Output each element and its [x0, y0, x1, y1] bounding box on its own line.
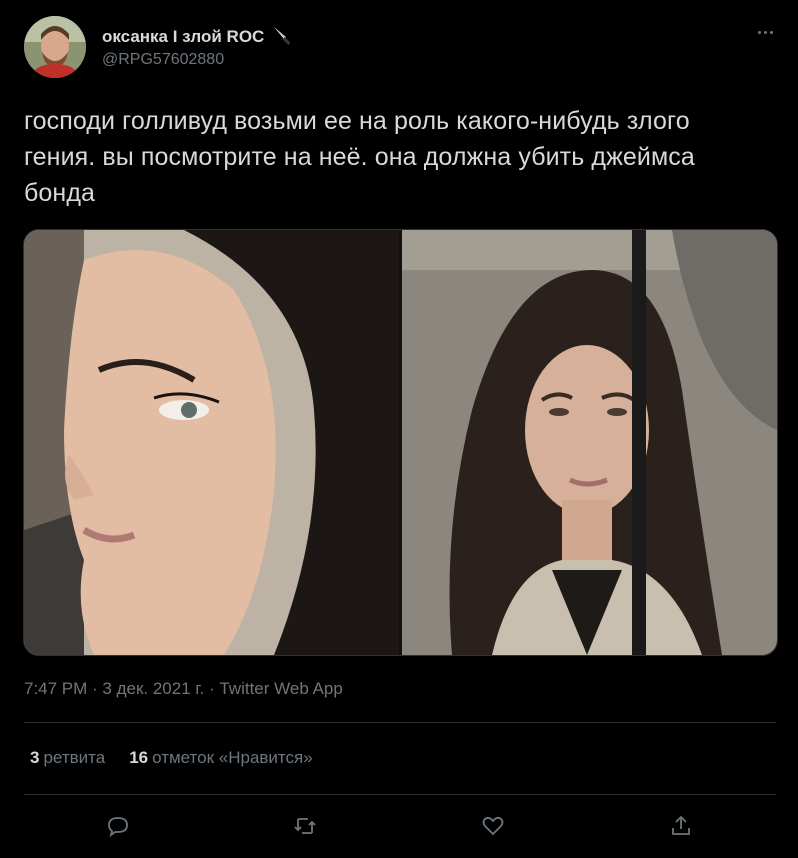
- tweet-stats: 3 ретвита 16 отметок «Нравится»: [30, 748, 313, 768]
- retweets-stat[interactable]: 3 ретвита: [30, 748, 105, 767]
- user-handle[interactable]: @RPG57602880: [102, 51, 224, 69]
- knife-icon: [271, 24, 293, 51]
- reply-icon[interactable]: [104, 812, 132, 840]
- divider: [24, 794, 776, 795]
- photo-right[interactable]: [402, 230, 777, 655]
- divider: [24, 722, 776, 723]
- more-dot: [763, 30, 767, 34]
- tweet: оксанка I злой ROC @RPG57602880 господи …: [0, 0, 798, 858]
- media-grid: [23, 229, 778, 656]
- more-dot: [757, 30, 761, 34]
- like-icon[interactable]: [479, 812, 507, 840]
- more-options-button[interactable]: [752, 22, 778, 42]
- retweet-icon[interactable]: [291, 812, 319, 840]
- tweet-text: господи голливуд возьми ее на роль каког…: [24, 107, 695, 207]
- tweet-meta[interactable]: 7:47 PM · 3 дек. 2021 г. · Twitter Web A…: [24, 679, 343, 699]
- more-dot: [769, 30, 773, 34]
- display-name[interactable]: оксанка I злой ROC: [102, 24, 293, 51]
- avatar[interactable]: [24, 16, 86, 78]
- likes-stat[interactable]: 16 отметок «Нравится»: [129, 748, 313, 767]
- photo-left[interactable]: [24, 230, 399, 655]
- share-icon[interactable]: [667, 812, 695, 840]
